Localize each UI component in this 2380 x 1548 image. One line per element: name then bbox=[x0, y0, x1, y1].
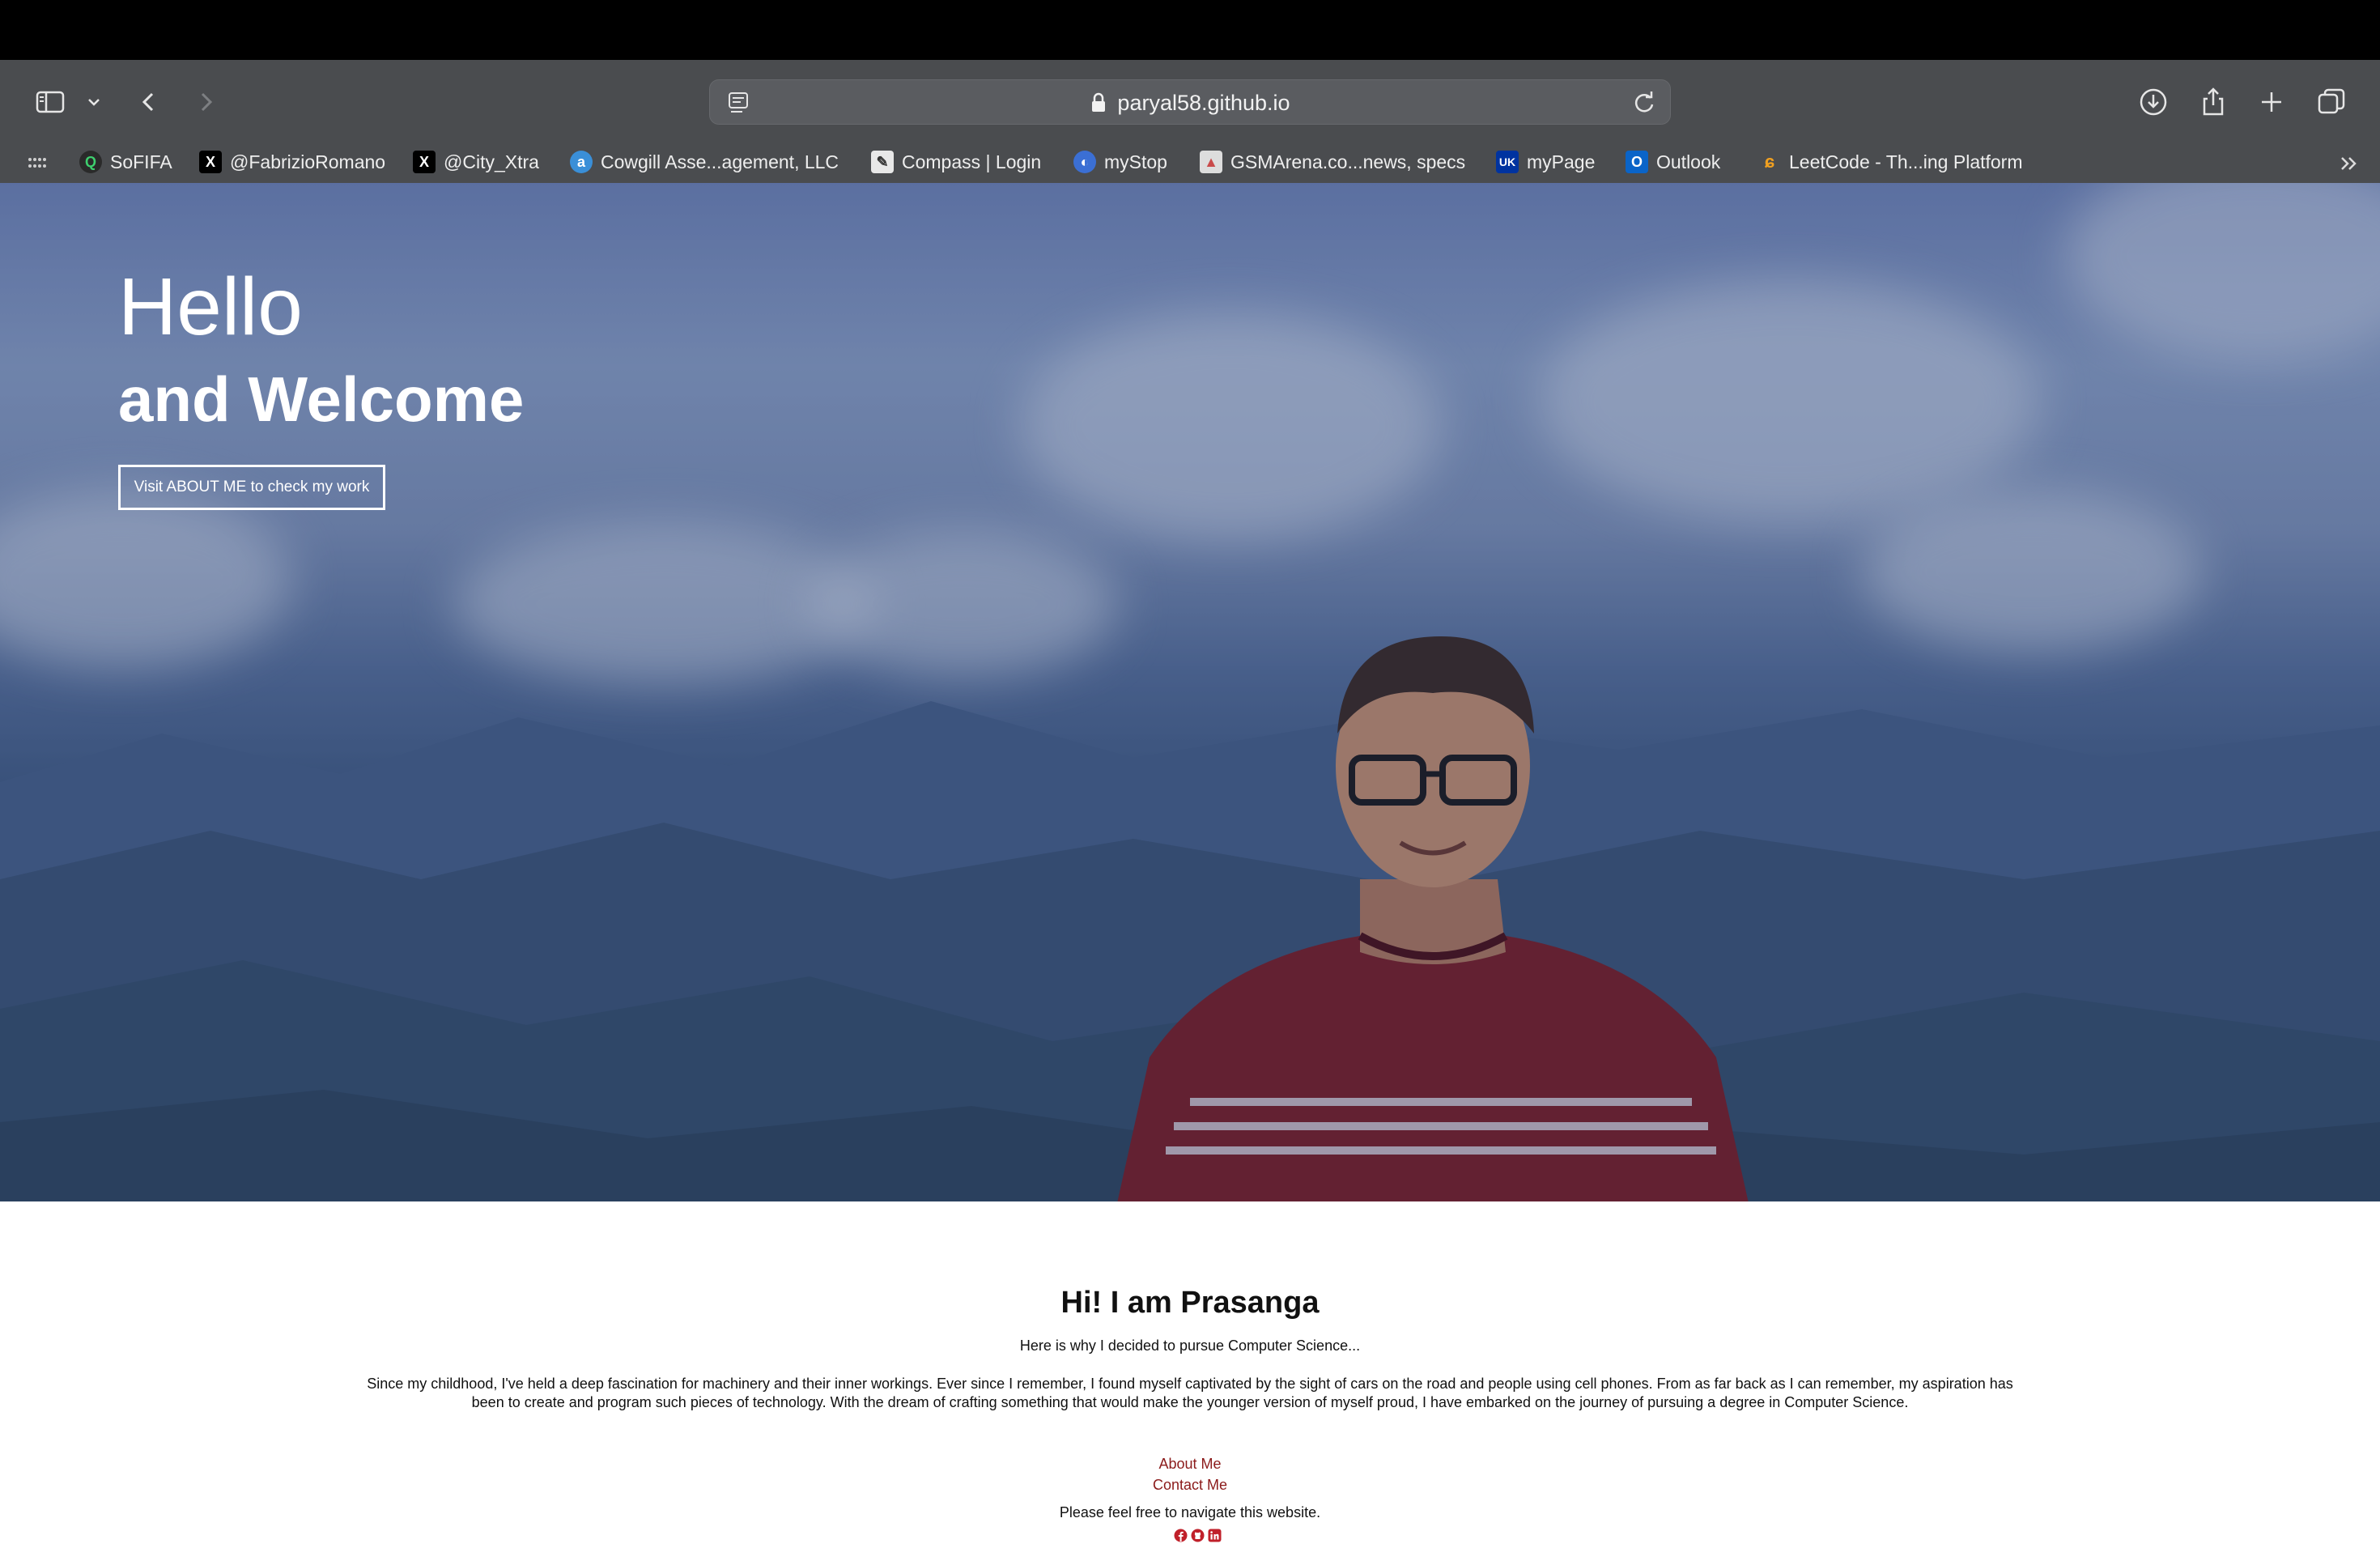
back-icon[interactable] bbox=[130, 83, 168, 121]
compass-icon: ✎ bbox=[871, 151, 894, 173]
bookmark-label: Cowgill Asse...agement, LLC bbox=[601, 151, 839, 172]
apps-grid-icon[interactable] bbox=[26, 152, 49, 175]
hero-overlay bbox=[0, 183, 2380, 1201]
intro-subtitle: Here is why I decided to pursue Computer… bbox=[1019, 1337, 1361, 1354]
bookmark-label: SoFIFA bbox=[110, 151, 172, 172]
hero-title: Hello bbox=[118, 262, 303, 352]
reload-icon[interactable] bbox=[1630, 88, 1659, 117]
bookmark-label: myStop bbox=[1104, 151, 1167, 172]
hero-section: Hello and Welcome Visit ABOUT ME to chec… bbox=[0, 183, 2380, 1201]
github-icon[interactable] bbox=[1191, 1529, 1205, 1542]
x-icon: X bbox=[413, 151, 436, 173]
address-bar[interactable]: paryal58.github.io bbox=[709, 79, 1671, 125]
downloads-icon[interactable] bbox=[2134, 83, 2173, 121]
facebook-icon[interactable] bbox=[1174, 1529, 1188, 1542]
bookmark-fabrizio-romano[interactable]: X @FabrizioRomano bbox=[199, 147, 385, 176]
browser-chrome: paryal58.github.io Q SoFIFA X @FabrizioR… bbox=[0, 60, 2380, 183]
new-tab-icon[interactable] bbox=[2252, 83, 2291, 121]
bookmark-mystop[interactable]: ◐ myStop bbox=[1073, 147, 1167, 176]
uk-icon: UK bbox=[1496, 151, 1519, 173]
url-display[interactable]: paryal58.github.io bbox=[710, 80, 1670, 125]
bookmarks-bar: Q SoFIFA X @FabrizioRomano X @City_Xtra … bbox=[0, 141, 2380, 183]
about-me-button[interactable]: Visit ABOUT ME to check my work bbox=[118, 465, 385, 510]
social-links bbox=[1174, 1529, 1222, 1545]
bookmark-sofifa[interactable]: Q SoFIFA bbox=[79, 147, 172, 176]
bookmark-label: myPage bbox=[1527, 151, 1596, 172]
chevron-down-icon[interactable] bbox=[74, 83, 113, 121]
intro-paragraph: Since my childhood, I've held a deep fas… bbox=[367, 1376, 2013, 1410]
forward-icon[interactable] bbox=[186, 83, 225, 121]
bookmark-outlook[interactable]: O Outlook bbox=[1626, 147, 1720, 176]
sofifa-icon: Q bbox=[79, 151, 102, 173]
share-icon[interactable] bbox=[2194, 83, 2233, 121]
more-bookmarks-icon[interactable] bbox=[2336, 151, 2362, 176]
intro-title: Hi! I am Prasanga bbox=[1060, 1286, 1320, 1320]
bookmark-label: LeetCode - Th...ing Platform bbox=[1789, 151, 2023, 172]
bookmark-label: @City_Xtra bbox=[444, 151, 539, 172]
linkedin-icon[interactable] bbox=[1208, 1529, 1222, 1542]
url-text: paryal58.github.io bbox=[1117, 90, 1290, 115]
leetcode-icon: ɕ bbox=[1764, 151, 1775, 172]
bookmark-label: GSMArena.co...news, specs bbox=[1230, 151, 1466, 172]
bookmark-leetcode[interactable]: ɕ LeetCode - Th...ing Platform bbox=[1758, 147, 2023, 176]
bookmark-mypage[interactable]: UK myPage bbox=[1496, 147, 1595, 176]
gsmarena-icon: ▲ bbox=[1200, 151, 1222, 173]
os-menu-bar bbox=[0, 0, 2380, 60]
lock-icon bbox=[1092, 92, 1106, 112]
bookmark-label: Outlook bbox=[1656, 151, 1721, 172]
browser-toolbar: paryal58.github.io bbox=[0, 60, 2380, 141]
bookmark-cowgill[interactable]: a Cowgill Asse...agement, LLC bbox=[570, 147, 839, 176]
x-icon: X bbox=[199, 151, 222, 173]
about-me-link[interactable]: About Me bbox=[0, 1456, 2380, 1473]
sidebar-toggle-icon[interactable] bbox=[31, 83, 70, 121]
mystop-icon: ◐ bbox=[1073, 151, 1096, 173]
outlook-icon: O bbox=[1626, 151, 1648, 173]
bookmark-compass[interactable]: ✎ Compass | Login bbox=[871, 147, 1041, 176]
bookmark-city-xtra[interactable]: X @City_Xtra bbox=[413, 147, 539, 176]
tab-overview-icon[interactable] bbox=[2312, 83, 2351, 121]
bookmark-label: @FabrizioRomano bbox=[230, 151, 386, 172]
navigation-note: Please feel free to navigate this websit… bbox=[1059, 1504, 1321, 1520]
bookmark-label: Compass | Login bbox=[902, 151, 1042, 172]
contact-me-link[interactable]: Contact Me bbox=[0, 1477, 2380, 1494]
hero-subtitle: and Welcome bbox=[118, 364, 525, 435]
intro-section: Hi! I am Prasanga Here is why I decided … bbox=[0, 1201, 2380, 1548]
cowgill-icon: a bbox=[570, 151, 593, 173]
bookmark-gsmarena[interactable]: ▲ GSMArena.co...news, specs bbox=[1200, 147, 1465, 176]
